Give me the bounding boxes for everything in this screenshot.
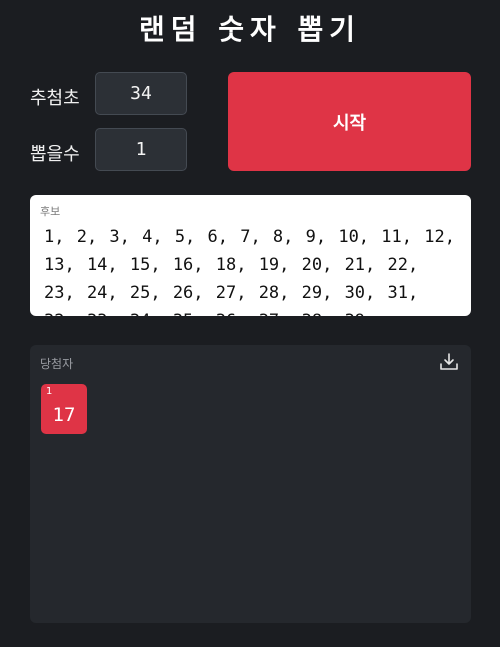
draw-count-input[interactable]: 1 [95, 128, 187, 171]
draw-count-label: 뽑을수 [30, 144, 80, 165]
winner-rank: 1 [46, 386, 53, 397]
candidates-textarea[interactable]: 후보 1, 2, 3, 4, 5, 6, 7, 8, 9, 10, 11, 12… [30, 195, 471, 316]
winners-count-label: 추첨초 [30, 88, 80, 109]
page-title: 랜덤 숫자 뽑기 [138, 13, 362, 46]
candidates-list[interactable]: 1, 2, 3, 4, 5, 6, 7, 8, 9, 10, 11, 12, 1… [40, 223, 461, 316]
download-icon[interactable] [439, 352, 459, 372]
winners-panel: 당첨자 1 17 [30, 345, 471, 623]
winner-number: 17 [52, 404, 76, 426]
winners-count-input[interactable]: 34 [95, 72, 187, 115]
candidates-label: 후보 [40, 205, 61, 218]
start-button[interactable]: 시작 [228, 72, 471, 171]
winners-label: 당첨자 [40, 357, 74, 371]
winner-chip: 1 17 [41, 384, 87, 434]
